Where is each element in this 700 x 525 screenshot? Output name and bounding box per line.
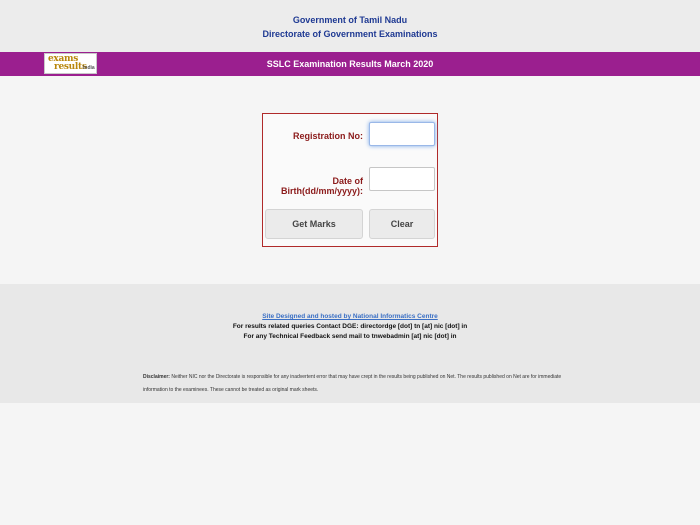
page-header: Government of Tamil Nadu Directorate of … (0, 0, 700, 52)
get-marks-button[interactable]: Get Marks (265, 209, 363, 239)
results-form: Registration No: Date of Birth(dd/mm/yyy… (262, 113, 438, 247)
queries-contact-text: For results related queries Contact DGE:… (232, 323, 468, 330)
header-directorate-title: Directorate of Government Examinations (262, 29, 438, 39)
clear-button[interactable]: Clear (369, 209, 435, 239)
banner-title: SSLC Examination Results March 2020 (266, 59, 434, 69)
page-bottom-area (0, 403, 700, 525)
header-government-title: Government of Tamil Nadu (292, 15, 408, 25)
nic-site-link[interactable]: Site Designed and hosted by National Inf… (0, 313, 700, 320)
disclaimer: Disclaimer: Neither NIC nor the Director… (143, 371, 563, 397)
page-footer: Site Designed and hosted by National Inf… (0, 284, 700, 403)
dob-label: Date of Birth(dd/mm/yyyy): (280, 176, 363, 196)
results-banner: exams results India SSLC Examination Res… (0, 52, 700, 76)
disclaimer-label: Disclaimer: (143, 374, 170, 380)
registration-label: Registration No: (292, 131, 363, 141)
technical-feedback-text: For any Technical Feedback send mail to … (243, 333, 457, 340)
disclaimer-text: Neither NIC nor the Directorate is respo… (143, 374, 562, 393)
dob-input[interactable] (369, 167, 435, 191)
registration-input[interactable] (369, 122, 435, 146)
